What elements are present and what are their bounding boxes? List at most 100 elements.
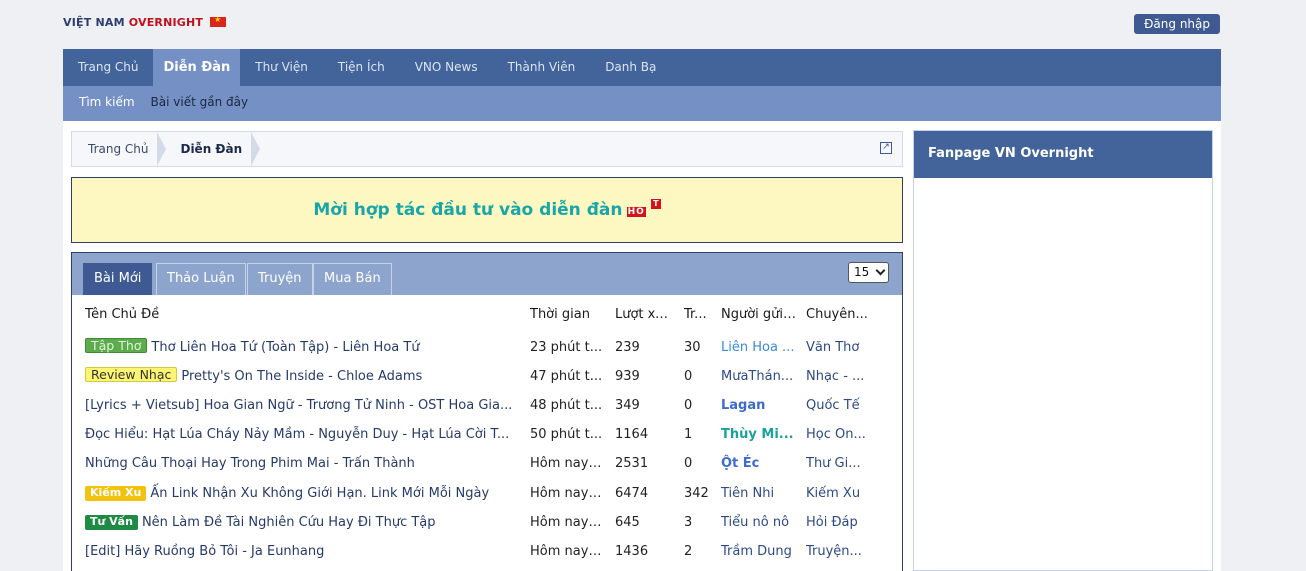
topic-link[interactable]: [Edit] Hãy Ruồng Bỏ Tôi - Ja Eunhang [85,544,324,559]
table-row: Tư Vấn Nên Làm Đề Tài Nghiên Cứu Hay Đi T… [72,508,902,537]
banner-text: Mời hợp tác đầu tư vào diễn đàn [313,200,623,220]
main-nav: Trang Chủ Diễn Đàn Thư Viện Tiện Ích VNO… [63,49,1221,86]
hot-badge-h: HO [626,207,646,217]
topic-replies: 0 [684,398,693,413]
breadcrumb-forum[interactable]: Diễn Đàn [164,132,260,166]
topic-cell: Tập Thơ Thơ Liên Hoa Tứ (Toàn Tập) - Liên… [85,333,517,362]
col-title[interactable]: Tên Chủ Đề [85,300,517,329]
per-page-select[interactable]: 15 [848,262,889,283]
table-row: Kiếm Xu Ấn Link Nhận Xu Không Giới Hạn. L… [72,479,902,508]
breadcrumb-home[interactable]: Trang Chủ [72,132,167,166]
table-header: Tên Chủ Đề Thời gian Lượt xem Tr... Ngườ… [72,300,902,329]
topic-replies: 30 [684,340,701,355]
topic-views: 239 [615,340,640,355]
category-link[interactable]: Học On... [806,420,868,449]
col-replies[interactable]: Tr... [684,300,714,329]
tab-marketplace[interactable]: Mua Bán [313,263,392,295]
nav-item-members[interactable]: Thành Viên [493,49,591,86]
topic-replies: 0 [684,456,693,471]
topic-link[interactable]: Đọc Hiểu: Hạt Lúa Cháy Nảy Mầm - Nguyễn … [85,427,509,442]
login-button[interactable]: Đăng nhập [1134,14,1220,34]
topic-link[interactable]: Thơ Liên Hoa Tứ (Toàn Tập) - Liên Hoa Tứ [151,340,419,355]
table-row: [Lyrics + Vietsub] Hoa Gian Ngữ - Trương… [72,391,902,420]
topic-cell: Review Nhạc Pretty's On The Inside - Chlo… [85,362,517,391]
topic-cell: Kiếm Xu Ấn Link Nhận Xu Không Giới Hạn. L… [85,479,517,508]
topic-prefix[interactable]: [Lyrics + Vietsub] [85,398,200,413]
topic-cell: Đọc Hiểu: Hạt Lúa Cháy Nảy Mầm - Nguyễn … [85,420,517,449]
subnav-recent-posts[interactable]: Bài viết gần đây [143,86,257,121]
category-link[interactable]: Văn Thơ [806,333,868,362]
subnav-search[interactable]: Tìm kiếm [63,86,143,121]
sub-nav: Tìm kiếm Bài viết gần đây [63,86,1221,121]
nav-item-home[interactable]: Trang Chủ [63,49,153,86]
topic-cell: Tư Vấn Nên Làm Đề Tài Nghiên Cứu Hay Đi T… [85,508,517,537]
topic-prefix[interactable]: Tập Thơ [85,338,148,353]
per-page-value: 15 [854,265,870,279]
col-time[interactable]: Thời gian [530,300,604,329]
promo-banner[interactable]: Mời hợp tác đầu tư vào diễn đàn HO T [71,177,903,243]
topic-link[interactable]: Ấn Link Nhận Xu Không Giới Hạn. Link Mới… [150,486,489,501]
vietnam-flag-icon [210,15,227,27]
topic-link[interactable]: Những Câu Thoại Hay Trong Phim Mai - Trấ… [85,456,415,471]
topic-prefix[interactable]: Review Nhạc [85,367,178,382]
topic-replies: 2 [684,544,693,559]
topic-cell: Những Câu Thoại Hay Trong Phim Mai - Trấ… [85,449,517,478]
col-category[interactable]: Chuyên... [806,300,868,329]
topic-time: Hôm nay ... [530,544,604,559]
topic-time: 48 phút t... [530,398,603,413]
topic-time: 47 phút t... [530,369,603,384]
table-row: Những Câu Thoại Hay Trong Phim Mai - Trấ… [72,449,902,478]
topic-time: 50 phút t... [530,427,603,442]
topic-replies: 0 [684,369,693,384]
table-row: Review Nhạc Pretty's On The Inside - Chlo… [72,362,902,391]
col-poster[interactable]: Người gửi ... [721,300,799,329]
topic-replies: 342 [684,486,709,501]
poster-link[interactable]: Liên Hoa ... [721,333,799,362]
topic-views: 939 [615,369,640,384]
nav-item-directory[interactable]: Danh Bạ [590,49,671,86]
category-link[interactable]: Kiếm Xu [806,479,868,508]
topic-link[interactable]: Hoa Gian Ngữ - Trương Tử Ninh - OST Hoa … [204,398,513,413]
topic-views: 1164 [615,427,649,442]
topic-prefix[interactable]: Tư Vấn [85,515,138,530]
poster-link[interactable]: Trầm Dung [721,537,799,566]
topic-time: Hôm nay ... [530,515,604,530]
poster-link[interactable]: Thùy Mi... [721,420,799,449]
topic-link[interactable]: Nên Làm Đề Tài Nghiên Cứu Hay Đi Thực Tậ… [142,515,436,530]
tab-stories[interactable]: Truyện [247,263,313,295]
nav-item-forum[interactable]: Diễn Đàn [153,49,241,86]
topic-cell: [Lyrics + Vietsub] Hoa Gian Ngữ - Trương… [85,391,517,420]
category-link[interactable]: Quốc Tế [806,391,868,420]
topic-prefix[interactable]: Kiếm Xu [85,486,147,501]
category-link[interactable]: Nhạc - ... [806,362,868,391]
table-row: Đọc Hiểu: Hạt Lúa Cháy Nảy Mầm - Nguyễn … [72,420,902,449]
tab-discussions[interactable]: Thảo Luận [156,263,246,295]
table-row: [Edit] Hãy Ruồng Bỏ Tôi - Ja Eunhang Hôm… [72,537,902,566]
topic-views: 349 [615,398,640,413]
poster-link[interactable]: MưaThán... [721,362,799,391]
table-row: Tập Thơ Thơ Liên Hoa Tứ (Toàn Tập) - Liên… [72,333,902,362]
category-link[interactable]: Truyện... [806,537,868,566]
category-link[interactable]: Thư Gi... [806,449,868,478]
chevron-down-icon [875,265,886,276]
nav-item-utilities[interactable]: Tiện Ích [323,49,400,86]
topic-link[interactable]: Pretty's On The Inside - Chloe Adams [181,369,422,384]
content-area: Trang Chủ Diễn Đàn ↗ Mời hợp tác đầu tư … [63,121,1221,571]
tab-new-posts[interactable]: Bài Mới [83,263,153,295]
logo-text-vietnam: VIỆT NAM [63,16,125,29]
nav-item-vno-news[interactable]: VNO News [400,49,493,86]
poster-link[interactable]: Ột Éc [721,449,799,478]
nav-item-library[interactable]: Thư Viện [240,49,323,86]
topic-views: 6474 [615,486,649,501]
topic-views: 1436 [615,544,649,559]
category-link[interactable]: Hỏi Đáp [806,508,868,537]
site-logo[interactable]: VIỆT NAM OVERNIGHT [63,15,227,29]
poster-link[interactable]: Tiên Nhi [721,479,799,508]
poster-link[interactable]: Tiểu nô nô [721,508,799,537]
panel-tabs: Bài Mới Thảo Luận Truyện Mua Bán 15 [72,253,902,295]
col-views[interactable]: Lượt xem [615,300,675,329]
external-link-icon[interactable]: ↗ [880,142,892,154]
poster-link[interactable]: Lagan [721,391,799,420]
hot-badge-icon: HO T [626,199,661,217]
logo-text-overnight: OVERNIGHT [128,16,204,29]
